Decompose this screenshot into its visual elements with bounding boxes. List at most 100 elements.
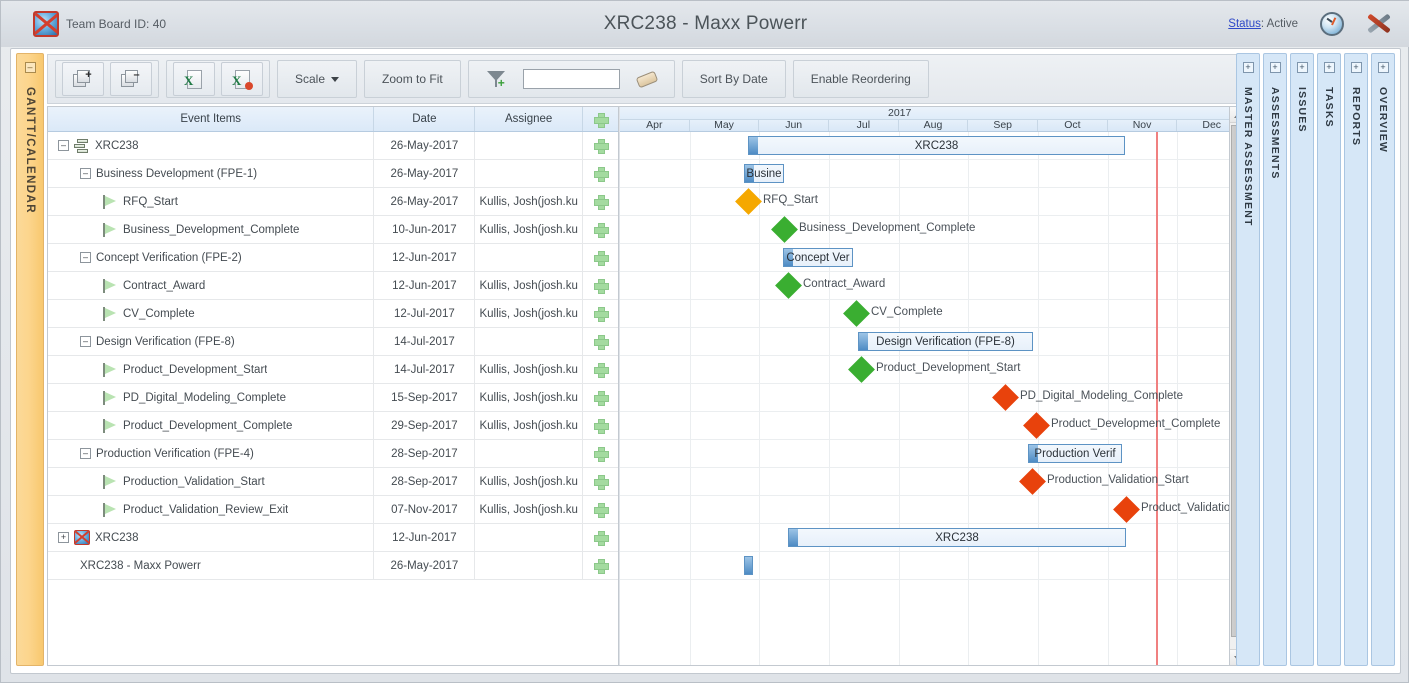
expand-icon[interactable]: +: [1350, 62, 1362, 73]
export-excel-button[interactable]: X: [173, 62, 215, 96]
scale-dropdown[interactable]: Scale: [284, 62, 350, 96]
zoom-to-fit-button[interactable]: Zoom to Fit: [371, 62, 454, 96]
gantt-bar-handle[interactable]: [789, 529, 798, 546]
milestone-diamond[interactable]: [1113, 496, 1140, 523]
collapse-icon[interactable]: –: [80, 252, 91, 263]
milestone-diamond[interactable]: [735, 188, 762, 215]
gantt-bar[interactable]: Design Verification (FPE-8): [858, 332, 1033, 351]
cell-add-action[interactable]: [583, 216, 618, 243]
cell-add-action[interactable]: [583, 496, 618, 523]
tools-icon[interactable]: [1366, 12, 1392, 36]
milestone-diamond[interactable]: [992, 384, 1019, 411]
gantt-rows: XRC238 Busine Concept Ver Design Verificati…: [620, 132, 1245, 665]
sidebar-tab-tasks[interactable]: + TASKS: [1317, 53, 1341, 666]
sidebar-tab-label: GANTT/CALENDAR: [24, 87, 36, 214]
table-row[interactable]: Product_Validation_Review_Exit 07-Nov-201…: [48, 496, 618, 524]
gantt-bar[interactable]: Busine: [744, 164, 784, 183]
milestone-diamond[interactable]: [1019, 468, 1046, 495]
cell-add-action[interactable]: [583, 132, 618, 159]
sidebar-tab-assessments[interactable]: + ASSESSMENTS: [1263, 53, 1287, 666]
cell-event-item: Business_Development_Complete: [48, 216, 375, 243]
gantt-bar[interactable]: XRC238: [788, 528, 1126, 547]
collapse-icon[interactable]: –: [80, 168, 91, 179]
table-row[interactable]: – Design Verification (FPE-8) 14-Jul-2017: [48, 328, 618, 356]
table-row[interactable]: Business_Development_Complete 10-Jun-2017…: [48, 216, 618, 244]
gantt-bar-handle[interactable]: [749, 137, 758, 154]
cell-add-action[interactable]: [583, 300, 618, 327]
enable-reordering-button[interactable]: Enable Reordering: [800, 62, 922, 96]
expand-icon[interactable]: +: [1242, 62, 1254, 73]
table-row[interactable]: Contract_Award 12-Jun-2017 Kullis, Josh(jo…: [48, 272, 618, 300]
collapse-icon[interactable]: –: [24, 62, 36, 73]
project-icon: [74, 138, 90, 153]
sidebar-tab-reports[interactable]: + REPORTS: [1344, 53, 1368, 666]
table-row[interactable]: – XRC238 26-May-2017: [48, 132, 618, 160]
table-row[interactable]: – Concept Verification (FPE-2) 12-Jun-2017: [48, 244, 618, 272]
cell-add-action[interactable]: [583, 356, 618, 383]
cell-assignee: Kullis, Josh(josh.ku: [475, 188, 584, 215]
expand-icon[interactable]: +: [1269, 62, 1281, 73]
milestone-diamond[interactable]: [843, 300, 870, 327]
cell-date: 14-Jul-2017: [374, 356, 476, 383]
table-row[interactable]: RFQ_Start 26-May-2017 Kullis, Josh(josh.ku: [48, 188, 618, 216]
milestone-diamond[interactable]: [848, 356, 875, 383]
milestone-diamond[interactable]: [1023, 412, 1050, 439]
cell-add-action[interactable]: [583, 552, 618, 579]
remove-row-button[interactable]: –: [110, 62, 152, 96]
gantt-bar[interactable]: XRC238: [748, 136, 1125, 155]
milestone-diamond[interactable]: [771, 216, 798, 243]
table-row[interactable]: Product_Development_Complete 29-Sep-2017 K…: [48, 412, 618, 440]
column-header-assignee[interactable]: Assignee: [475, 107, 584, 131]
cell-add-action[interactable]: [583, 384, 618, 411]
cell-event-item: Contract_Award: [48, 272, 375, 299]
table-row[interactable]: Production_Validation_Start 28-Sep-2017 Ku…: [48, 468, 618, 496]
cell-add-action[interactable]: [583, 440, 618, 467]
table-row[interactable]: Product_Development_Start 14-Jul-2017 Kull…: [48, 356, 618, 384]
cell-add-action[interactable]: [583, 272, 618, 299]
gantt-bar[interactable]: Concept Ver: [783, 248, 853, 267]
clock-icon[interactable]: [1320, 12, 1344, 36]
add-row-button[interactable]: +: [62, 62, 104, 96]
sidebar-tab-overview[interactable]: + OVERVIEW: [1371, 53, 1395, 666]
cell-add-action[interactable]: [583, 412, 618, 439]
event-item-label: PD_Digital_Modeling_Complete: [123, 391, 287, 404]
cell-add-action[interactable]: [583, 524, 618, 551]
cell-add-action[interactable]: [583, 468, 618, 495]
milestone-label: Product_Development_Complete: [1051, 418, 1221, 430]
sort-by-date-label: Sort By Date: [699, 72, 768, 86]
collapse-icon[interactable]: –: [58, 140, 69, 151]
cell-add-action[interactable]: [583, 328, 618, 355]
column-header-event-items[interactable]: Event Items: [48, 107, 375, 131]
cell-add-action[interactable]: [583, 188, 618, 215]
table-row[interactable]: XRC238 - Maxx Powerr 26-May-2017: [48, 552, 618, 580]
sidebar-tab-master-assessment[interactable]: + MASTER ASSESSMENT: [1236, 53, 1260, 666]
add-filter-button[interactable]: +: [475, 62, 517, 96]
filter-input[interactable]: [522, 69, 620, 89]
import-excel-button[interactable]: X: [221, 62, 263, 96]
column-header-date[interactable]: Date: [374, 107, 476, 131]
table-row[interactable]: – Business Development (FPE-1) 26-May-2017: [48, 160, 618, 188]
cell-add-action[interactable]: [583, 244, 618, 271]
expand-icon[interactable]: +: [1323, 62, 1335, 73]
expand-icon[interactable]: +: [58, 532, 69, 543]
gantt-bar-stub[interactable]: [744, 556, 753, 575]
expand-icon[interactable]: +: [1296, 62, 1308, 73]
column-header-add[interactable]: [583, 107, 618, 131]
collapse-icon[interactable]: –: [80, 336, 91, 347]
sort-by-date-button[interactable]: Sort By Date: [689, 62, 779, 96]
table-row[interactable]: PD_Digital_Modeling_Complete 15-Sep-2017 K…: [48, 384, 618, 412]
clear-filter-button[interactable]: [626, 62, 668, 96]
cell-assignee: [475, 524, 584, 551]
milestone-diamond[interactable]: [775, 272, 802, 299]
gantt-bar[interactable]: Production Verif: [1028, 444, 1122, 463]
table-row[interactable]: CV_Complete 12-Jul-2017 Kullis, Josh(josh.…: [48, 300, 618, 328]
gantt-bar-handle[interactable]: [859, 333, 868, 350]
sidebar-tab-gantt-calendar[interactable]: – GANTT/CALENDAR: [16, 53, 44, 666]
status-link[interactable]: Status: [1228, 18, 1261, 30]
sidebar-tab-issues[interactable]: + ISSUES: [1290, 53, 1314, 666]
table-row[interactable]: + XRC238 12-Jun-2017: [48, 524, 618, 552]
cell-add-action[interactable]: [583, 160, 618, 187]
expand-icon[interactable]: +: [1377, 62, 1389, 73]
table-row[interactable]: – Production Verification (FPE-4) 28-Sep-2…: [48, 440, 618, 468]
collapse-icon[interactable]: –: [80, 448, 91, 459]
